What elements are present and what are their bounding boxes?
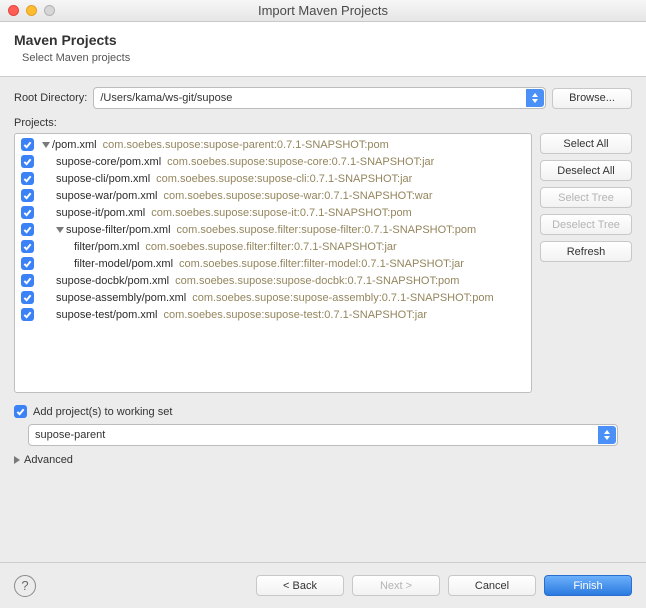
project-coords: com.soebes.supose.filter:filter:0.7.1-SN…: [145, 241, 396, 253]
window-title: Import Maven Projects: [0, 3, 646, 18]
project-row[interactable]: supose-assembly/pom.xml com.soebes.supose…: [15, 289, 531, 306]
project-checkbox[interactable]: [21, 138, 34, 151]
deselect-all-button[interactable]: Deselect All: [540, 160, 632, 181]
project-row[interactable]: supose-filter/pom.xml com.soebes.supose.f…: [15, 221, 531, 238]
project-row[interactable]: filter/pom.xml com.soebes.supose.filter:f…: [15, 238, 531, 255]
project-checkbox[interactable]: [21, 291, 34, 304]
project-row[interactable]: filter-model/pom.xml com.soebes.supose.fi…: [15, 255, 531, 272]
advanced-section[interactable]: Advanced: [14, 454, 632, 466]
advanced-label: Advanced: [24, 454, 73, 466]
working-set-value: supose-parent: [35, 429, 105, 441]
back-button[interactable]: < Back: [256, 575, 344, 596]
combo-arrows-icon: [604, 428, 612, 442]
help-icon[interactable]: ?: [14, 575, 36, 597]
project-row[interactable]: supose-core/pom.xml com.soebes.supose:sup…: [15, 153, 531, 170]
project-checkbox[interactable]: [21, 223, 34, 236]
projects-list[interactable]: /pom.xml com.soebes.supose:supose-parent:…: [14, 133, 532, 393]
project-checkbox[interactable]: [21, 155, 34, 168]
project-checkbox[interactable]: [21, 308, 34, 321]
project-checkbox[interactable]: [21, 274, 34, 287]
project-row[interactable]: supose-cli/pom.xml com.soebes.supose:supo…: [15, 170, 531, 187]
combo-arrows-icon: [532, 91, 540, 105]
wizard-footer: ? < Back Next > Cancel Finish: [0, 562, 646, 608]
project-checkbox[interactable]: [21, 189, 34, 202]
project-coords: com.soebes.supose.filter:supose-filter:0…: [177, 224, 477, 236]
working-set-checkbox[interactable]: [14, 405, 27, 418]
page-subtitle: Select Maven projects: [22, 52, 632, 64]
project-path: filter/pom.xml: [74, 241, 139, 253]
working-set-label: Add project(s) to working set: [33, 406, 172, 418]
disclosure-down-icon[interactable]: [42, 142, 50, 148]
page-title: Maven Projects: [14, 32, 632, 48]
project-path: supose-test/pom.xml: [56, 309, 157, 321]
root-dir-field[interactable]: /Users/kama/ws-git/supose: [93, 87, 546, 109]
project-coords: com.soebes.supose:supose-assembly:0.7.1-…: [192, 292, 493, 304]
cancel-button[interactable]: Cancel: [448, 575, 536, 596]
project-checkbox[interactable]: [21, 172, 34, 185]
project-coords: com.soebes.supose:supose-war:0.7.1-SNAPS…: [163, 190, 432, 202]
project-path: filter-model/pom.xml: [74, 258, 173, 270]
projects-label: Projects:: [14, 117, 632, 129]
project-row[interactable]: supose-test/pom.xml com.soebes.supose:sup…: [15, 306, 531, 323]
project-path: /pom.xml: [52, 139, 97, 151]
project-path: supose-filter/pom.xml: [66, 224, 171, 236]
project-coords: com.soebes.supose:supose-core:0.7.1-SNAP…: [167, 156, 434, 168]
next-button: Next >: [352, 575, 440, 596]
select-all-button[interactable]: Select All: [540, 133, 632, 154]
project-coords: com.soebes.supose:supose-parent:0.7.1-SN…: [103, 139, 389, 151]
project-row[interactable]: /pom.xml com.soebes.supose:supose-parent:…: [15, 136, 531, 153]
working-set-combo[interactable]: supose-parent: [28, 424, 618, 446]
project-row[interactable]: supose-docbk/pom.xml com.soebes.supose:su…: [15, 272, 531, 289]
finish-button[interactable]: Finish: [544, 575, 632, 596]
wizard-header: Maven Projects Select Maven projects: [0, 22, 646, 77]
project-coords: com.soebes.supose:supose-test:0.7.1-SNAP…: [163, 309, 427, 321]
project-checkbox[interactable]: [21, 240, 34, 253]
root-dir-label: Root Directory:: [14, 92, 87, 104]
titlebar: Import Maven Projects: [0, 0, 646, 22]
browse-button[interactable]: Browse...: [552, 88, 632, 109]
project-checkbox[interactable]: [21, 206, 34, 219]
select-tree-button: Select Tree: [540, 187, 632, 208]
project-path: supose-assembly/pom.xml: [56, 292, 186, 304]
project-path: supose-war/pom.xml: [56, 190, 157, 202]
project-path: supose-core/pom.xml: [56, 156, 161, 168]
project-path: supose-it/pom.xml: [56, 207, 145, 219]
project-coords: com.soebes.supose:supose-it:0.7.1-SNAPSH…: [151, 207, 411, 219]
root-dir-value: /Users/kama/ws-git/supose: [100, 92, 232, 104]
disclosure-right-icon: [14, 456, 20, 464]
project-path: supose-docbk/pom.xml: [56, 275, 169, 287]
project-coords: com.soebes.supose:supose-docbk:0.7.1-SNA…: [175, 275, 459, 287]
project-coords: com.soebes.supose.filter:filter-model:0.…: [179, 258, 464, 270]
project-path: supose-cli/pom.xml: [56, 173, 150, 185]
project-row[interactable]: supose-it/pom.xml com.soebes.supose:supos…: [15, 204, 531, 221]
project-coords: com.soebes.supose:supose-cli:0.7.1-SNAPS…: [156, 173, 412, 185]
project-checkbox[interactable]: [21, 257, 34, 270]
refresh-button[interactable]: Refresh: [540, 241, 632, 262]
deselect-tree-button: Deselect Tree: [540, 214, 632, 235]
project-row[interactable]: supose-war/pom.xml com.soebes.supose:supo…: [15, 187, 531, 204]
disclosure-down-icon[interactable]: [56, 227, 64, 233]
